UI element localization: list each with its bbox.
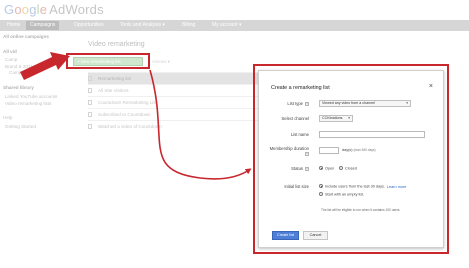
empty-list-option[interactable]: Start with an empty list.: [319, 192, 364, 197]
page-title: Video remarketing: [88, 41, 145, 48]
eligibility-note: The list will be eligible to run when it…: [321, 208, 401, 212]
status-open-option[interactable]: Open: [319, 166, 334, 171]
help-icon[interactable]: ?: [305, 167, 309, 171]
sidebar-video-remarketing[interactable]: Video remarketing lists: [5, 101, 51, 107]
membership-duration-label: Membership duration?: [269, 146, 309, 156]
document-icon: [88, 76, 92, 81]
header: Google AdWords: [0, 0, 469, 20]
status-label-text: Status: [291, 166, 303, 171]
membership-unit: day(s) (max 540 days): [342, 148, 376, 152]
status-closed-text: Closed: [345, 166, 357, 171]
nav-campaigns[interactable]: Campaigns: [26, 21, 60, 30]
include-users-option[interactable]: Include users from the last 30 days. Lear…: [319, 184, 406, 189]
radio-open[interactable]: [319, 166, 323, 170]
document-icon: [88, 112, 92, 117]
membership-note: (max 540 days): [353, 148, 376, 152]
nav-my-account[interactable]: My account ▾: [208, 21, 245, 30]
nav-home[interactable]: Home: [3, 21, 24, 30]
sidebar-campaign-a[interactable]: Camp: [5, 57, 17, 63]
top-nav: Home Campaigns Opportunities Tools and A…: [0, 20, 469, 31]
cancel-button[interactable]: Cancel: [303, 231, 328, 240]
nav-billing[interactable]: Billing: [178, 21, 199, 30]
include-users-text: Include users from the last 30 days.: [325, 184, 385, 189]
select-channel-value: CCKbrations: [322, 116, 343, 120]
radio-empty-list[interactable]: [319, 192, 323, 196]
document-icon: [88, 88, 92, 93]
table-cell: Subscribed to Countdown: [98, 112, 151, 117]
logo-letter: o: [14, 2, 22, 17]
close-icon[interactable]: ×: [429, 83, 433, 90]
table-cell: All Site Visitors: [98, 88, 129, 93]
membership-unit-text: day(s): [342, 148, 353, 152]
help-icon[interactable]: ?: [305, 102, 309, 106]
create-list-button[interactable]: Create list: [272, 231, 299, 240]
list-type-label-text: List type: [287, 101, 303, 106]
membership-duration-label-text: Membership duration: [269, 146, 309, 151]
logo-letter: g: [29, 2, 37, 17]
document-icon: [88, 124, 92, 129]
actions-button[interactable]: Actions ▾: [152, 57, 192, 66]
chevron-down-icon: ▾: [406, 101, 408, 105]
sidebar-campaign-b-sub: Campaign: [9, 70, 30, 75]
help-icon[interactable]: ?: [305, 152, 309, 156]
learn-more-link[interactable]: Learn more: [387, 185, 406, 189]
status-open-text: Open: [325, 166, 335, 171]
status-closed-option[interactable]: Closed: [339, 166, 357, 171]
sidebar-shared-library[interactable]: Shared library: [3, 85, 34, 91]
sidebar-getting-started[interactable]: Getting Started: [5, 124, 36, 130]
empty-list-text: Start with an empty list.: [325, 192, 365, 197]
create-remarketing-list-dialog: Create a remarketing list × List type? V…: [258, 70, 444, 248]
select-channel-label: Select channel: [281, 116, 309, 121]
document-icon: [88, 100, 92, 105]
highlight-box-new-list: [66, 53, 150, 69]
chevron-down-icon: ▾: [348, 116, 350, 120]
logo-product: AdWords: [49, 2, 104, 17]
status-label: Status?: [291, 166, 309, 171]
sidebar-linked-accounts[interactable]: Linked YouTube accounts: [5, 94, 57, 100]
initial-list-size-label: Initial list size: [284, 184, 309, 189]
list-type-value: Viewed any video from a channel: [322, 101, 375, 105]
nav-opportunities[interactable]: Opportunities: [70, 21, 108, 30]
sidebar-help: Help: [3, 115, 13, 120]
logo-letter: G: [4, 2, 15, 17]
membership-duration-input[interactable]: [319, 147, 339, 154]
list-name-label: List name: [290, 132, 309, 137]
radio-closed[interactable]: [339, 166, 343, 170]
logo-letter: e: [39, 2, 48, 17]
google-adwords-logo[interactable]: Google AdWords: [4, 2, 104, 17]
table-cell: Remarketing list: [98, 76, 131, 81]
table-cell: Watched a video of Countdown: [98, 124, 162, 129]
list-name-input[interactable]: [319, 131, 425, 138]
select-channel-select[interactable]: CCKbrations ▾: [319, 115, 353, 122]
radio-include-users[interactable]: [319, 184, 323, 188]
list-type-label: List type?: [287, 101, 309, 106]
sidebar-all-video[interactable]: All vid: [3, 49, 17, 55]
table-cell: Countdown Remarketing List: [98, 100, 157, 105]
nav-tools-and-analysis[interactable]: Tools and Analysis ▾: [116, 21, 169, 30]
list-type-select[interactable]: Viewed any video from a channel ▾: [319, 100, 411, 107]
dialog-title: Create a remarketing list: [271, 85, 330, 91]
sidebar-all-online-campaigns[interactable]: All online campaigns: [3, 34, 49, 40]
